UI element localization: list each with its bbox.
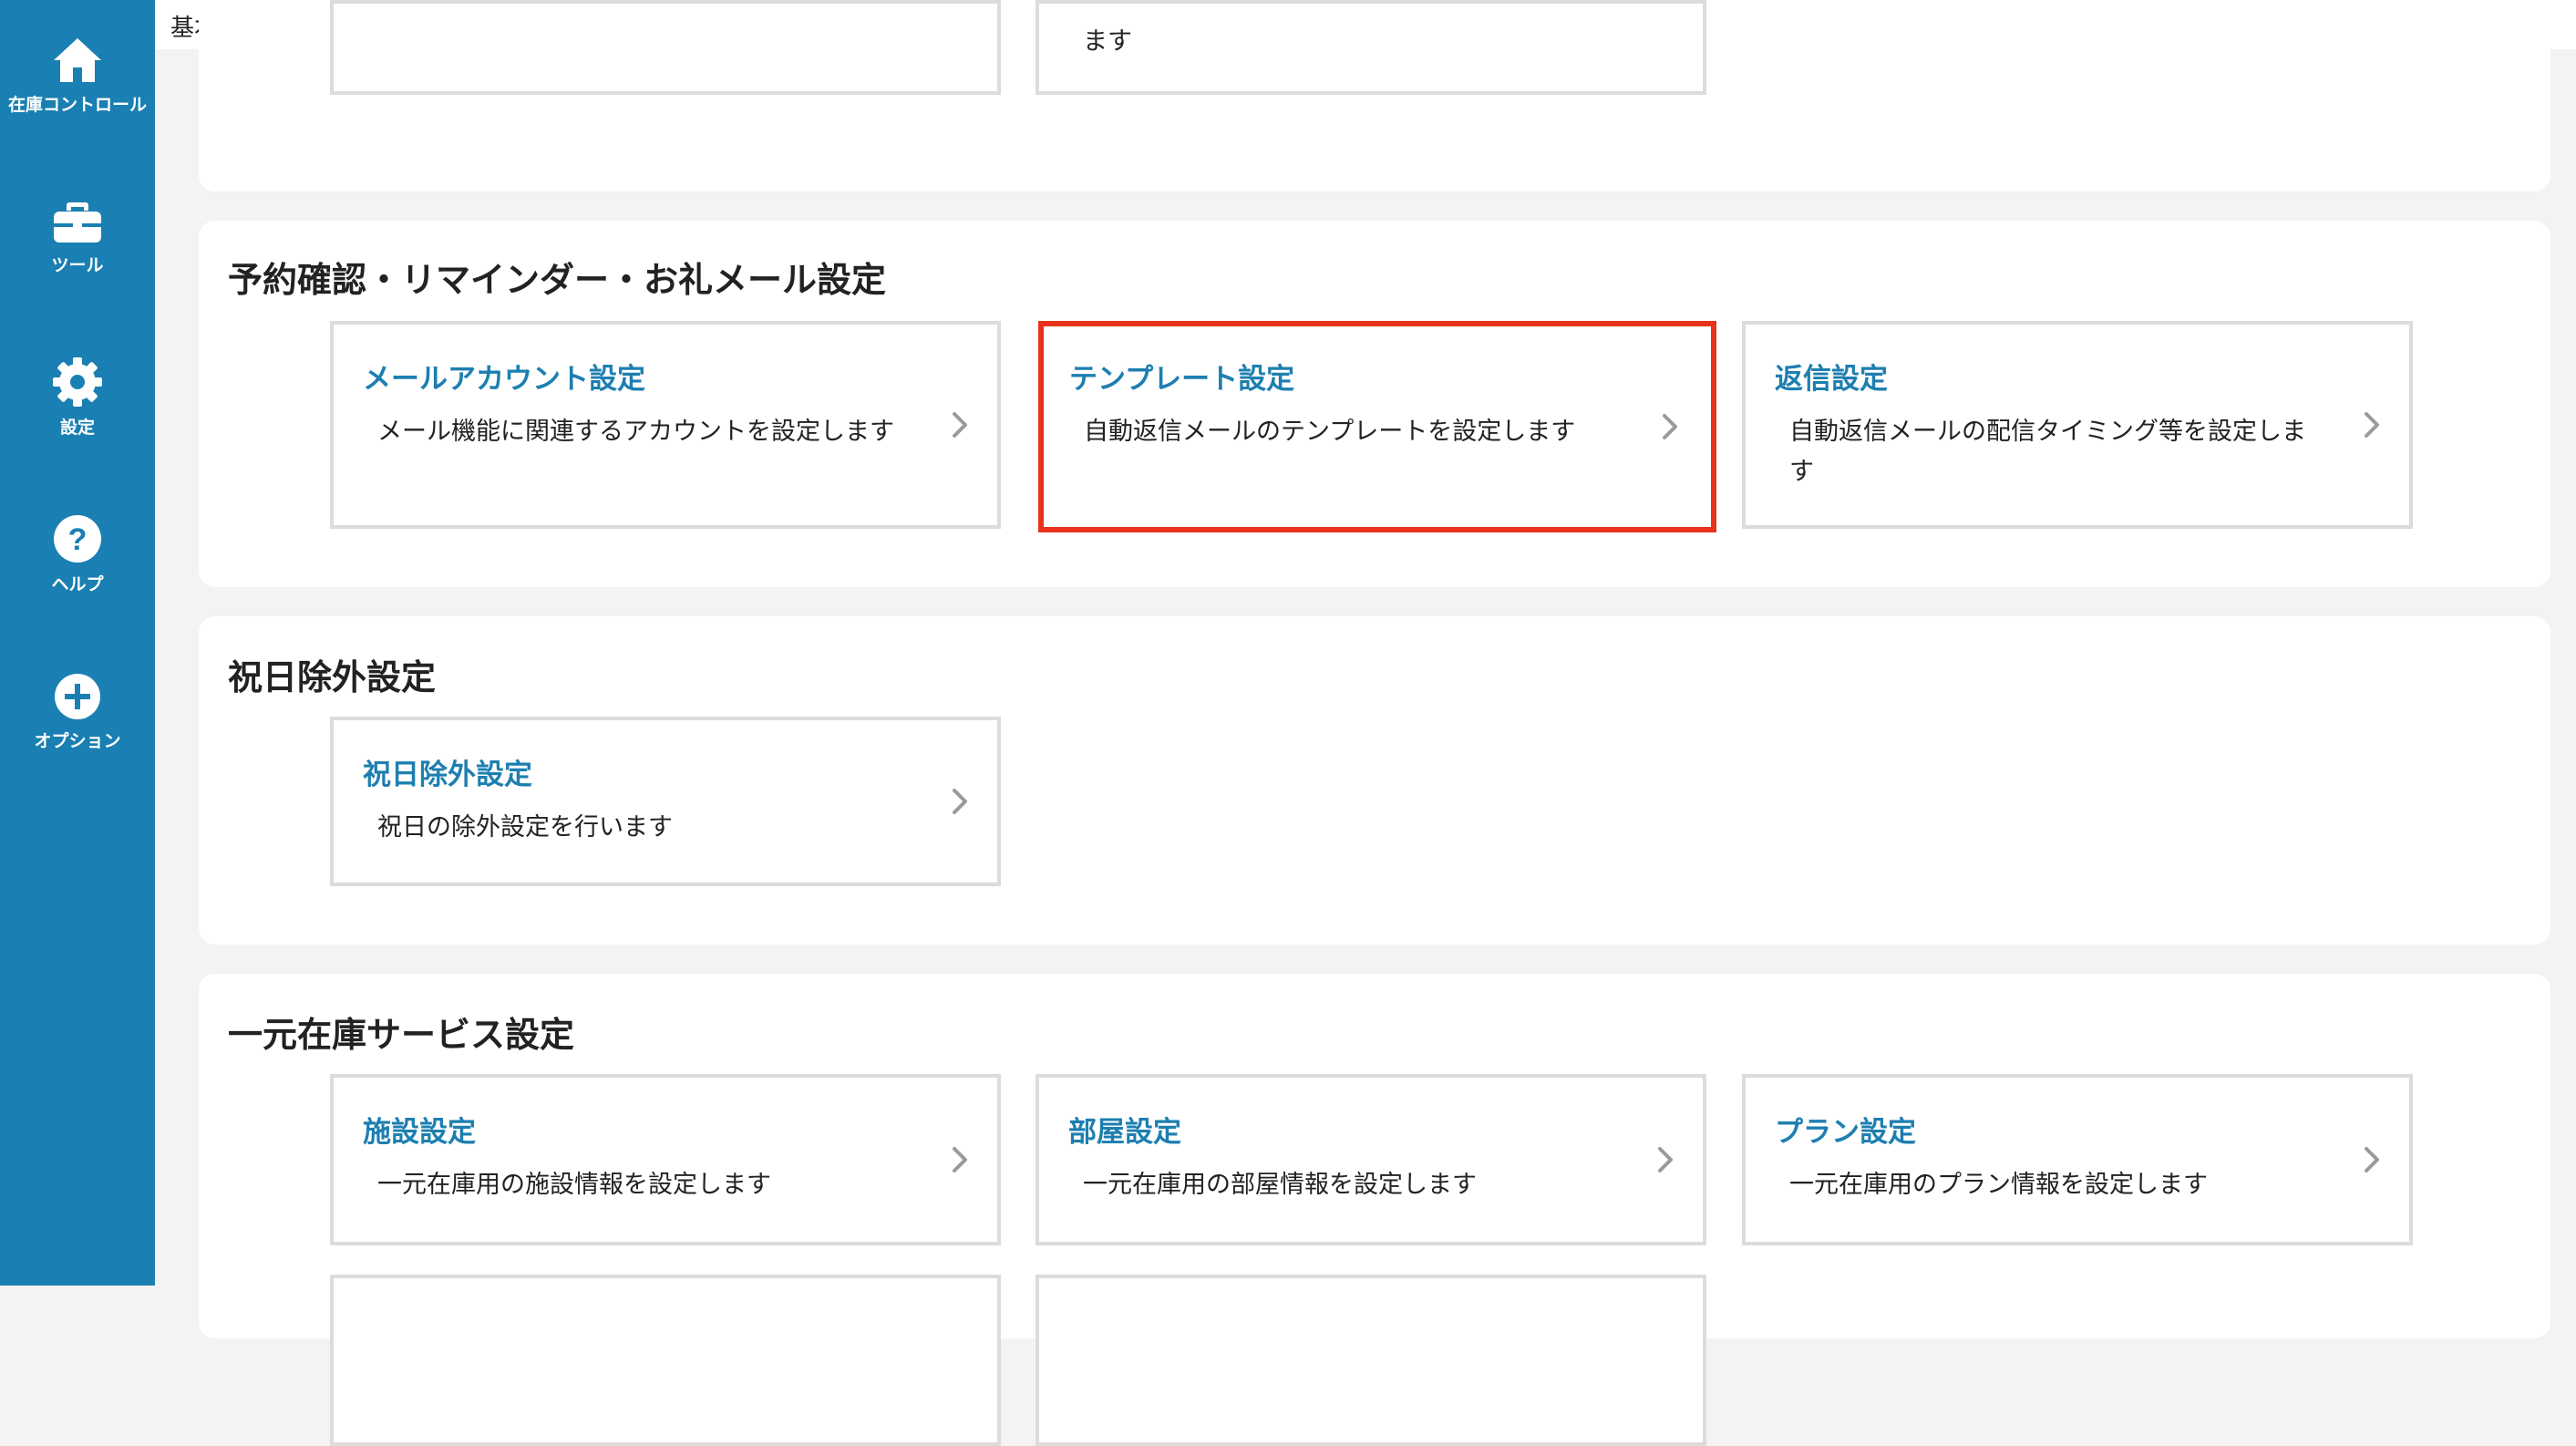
template-settings-card[interactable]: テンプレート設定 自動返信メールのテンプレートを設定します <box>1038 321 1716 532</box>
card-description: 祝日の除外設定を行います <box>377 813 673 842</box>
chevron-right-icon <box>953 412 967 438</box>
card-description: ます <box>1083 27 1132 56</box>
card-title: 施設設定 <box>363 1116 476 1149</box>
section-title: 祝日除外設定 <box>228 657 437 697</box>
chevron-right-icon <box>1658 1147 1673 1172</box>
settings-card[interactable]: ます <box>1036 0 1706 95</box>
svg-text:?: ? <box>68 522 88 557</box>
card-description: 一元在庫用のプラン情報を設定します <box>1789 1171 2208 1199</box>
sidebar-item-inventory-control[interactable]: 在庫コントロール <box>0 35 155 116</box>
card-title: プラン設定 <box>1775 1116 1916 1149</box>
sidebar-item-tools[interactable]: ツール <box>0 199 155 276</box>
help-icon: ? <box>54 515 101 563</box>
sidebar: 在庫コントロール ツール 設定 ? ヘルプ オプション <box>0 0 155 1286</box>
section-title: 一元在庫サービス設定 <box>228 1015 575 1055</box>
chevron-right-icon <box>2365 1147 2379 1172</box>
sidebar-item-label: 在庫コントロール <box>7 95 147 115</box>
sidebar-item-options[interactable]: オプション <box>0 671 155 752</box>
section-title: 予約確認・リマインダー・お礼メール設定 <box>228 260 887 300</box>
home-icon <box>54 38 101 82</box>
gear-icon <box>53 357 102 407</box>
chevron-right-icon <box>2365 412 2379 438</box>
card-description: 自動返信メールの配信タイミング等を設定します <box>1789 418 2306 486</box>
card-title: 返信設定 <box>1775 363 1888 396</box>
chevron-right-icon <box>1663 414 1677 439</box>
section-holiday-exclusion: 祝日除外設定 祝日除外設定 祝日の除外設定を行います <box>199 616 2550 945</box>
settings-card[interactable] <box>1036 1275 1706 1446</box>
sidebar-item-label: 設定 <box>59 418 95 438</box>
section-reservation-mail: 予約確認・リマインダー・お礼メール設定 メールアカウント設定 メール機能に関連す… <box>199 221 2550 587</box>
card-title: メールアカウント設定 <box>363 363 645 396</box>
mail-account-settings-card[interactable]: メールアカウント設定 メール機能に関連するアカウントを設定します <box>330 321 1001 529</box>
plus-circle-icon <box>55 674 100 719</box>
card-description: メール機能に関連するアカウントを設定します <box>377 418 894 446</box>
settings-card[interactable] <box>330 1275 1001 1446</box>
section-inventory-service: 一元在庫サービス設定 施設設定 一元在庫用の施設情報を設定します 部屋設定 一元… <box>199 974 2550 1446</box>
sidebar-item-label: ツール <box>51 255 104 275</box>
card-title: テンプレート設定 <box>1069 363 1295 396</box>
card-description: 一元在庫用の施設情報を設定します <box>377 1171 771 1199</box>
toolbox-icon <box>54 202 101 243</box>
sidebar-item-help[interactable]: ? ヘルプ <box>0 512 155 595</box>
sidebar-item-label: オプション <box>34 731 121 751</box>
card-title: 祝日除外設定 <box>363 759 532 791</box>
facility-settings-card[interactable]: 施設設定 一元在庫用の施設情報を設定します <box>330 1074 1001 1245</box>
section-top-partial: ます <box>199 0 2550 191</box>
card-description: 一元在庫用の部屋情報を設定します <box>1083 1171 1477 1199</box>
settings-card[interactable] <box>330 0 1001 95</box>
sidebar-item-settings[interactable]: 設定 <box>0 356 155 439</box>
reply-settings-card[interactable]: 返信設定 自動返信メールの配信タイミング等を設定します <box>1742 321 2413 529</box>
card-description: 自動返信メールのテンプレートを設定します <box>1084 418 1576 446</box>
holiday-exclusion-card[interactable]: 祝日除外設定 祝日の除外設定を行います <box>330 717 1001 886</box>
chevron-right-icon <box>953 789 967 814</box>
room-settings-card[interactable]: 部屋設定 一元在庫用の部屋情報を設定します <box>1036 1074 1706 1245</box>
card-title: 部屋設定 <box>1068 1116 1181 1149</box>
plan-settings-card[interactable]: プラン設定 一元在庫用のプラン情報を設定します <box>1742 1074 2413 1245</box>
chevron-right-icon <box>953 1147 967 1172</box>
sidebar-item-label: ヘルプ <box>51 574 104 594</box>
